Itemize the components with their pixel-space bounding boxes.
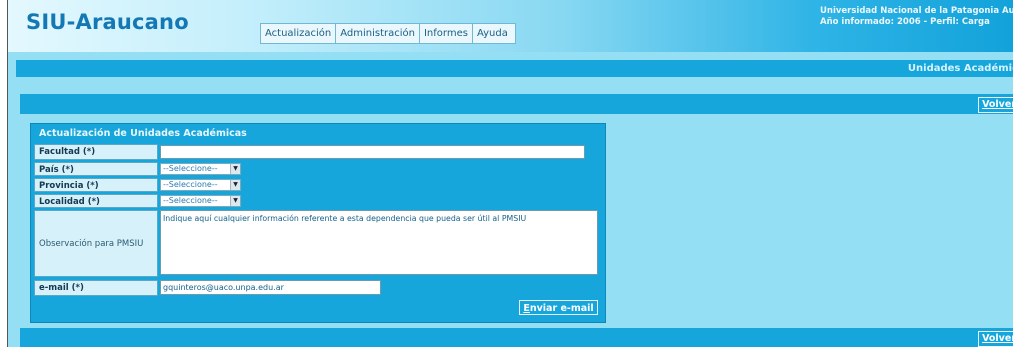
page-title: Unidades Académic <box>907 63 1013 74</box>
observacion-textarea[interactable]: Indique aquí cualquier información refer… <box>160 210 598 275</box>
menu-ayuda[interactable]: Ayuda <box>473 24 515 43</box>
header: SIU-Araucano Actualización Administració… <box>8 0 1013 52</box>
localidad-value: --Seleccione-- <box>163 196 218 205</box>
form-title: Actualización de Unidades Académicas <box>39 128 247 139</box>
pais-value: --Seleccione-- <box>163 164 218 173</box>
university-name: Universidad Nacional de la Patagonia Aus… <box>820 6 1013 16</box>
main-menu: Actualización Administración Informes Ay… <box>260 23 516 44</box>
pais-label: País (*) <box>34 162 158 176</box>
provincia-label: Provincia (*) <box>34 178 158 192</box>
email-field[interactable]: gquinteros@uaco.unpa.edu.ar <box>160 280 381 295</box>
chevron-down-icon[interactable]: ▼ <box>230 196 240 206</box>
enviar-label: nviar e-mail <box>529 303 594 314</box>
app-frame: SIU-Araucano Actualización Administració… <box>7 0 1013 347</box>
top-action-bar: Volver <box>20 94 1013 114</box>
menu-administracion[interactable]: Administración <box>336 24 420 43</box>
facultad-input[interactable] <box>160 145 585 159</box>
volver-button-top[interactable]: Volver <box>978 97 1013 113</box>
bottom-action-bar: Volver <box>20 328 1013 347</box>
chevron-down-icon[interactable]: ▼ <box>230 164 240 174</box>
year-profile: Año informado: 2006 - Perfil: Carga <box>820 17 990 27</box>
university-info: Universidad Nacional de la Patagonia Aus… <box>820 6 1013 28</box>
pais-select[interactable]: --Seleccione-- ▼ <box>160 163 241 175</box>
menu-informes[interactable]: Informes <box>420 24 473 43</box>
app-logo: SIU-Araucano <box>26 10 189 34</box>
observacion-label: Observación para PMSIU <box>34 210 158 277</box>
form-panel: Actualización de Unidades Académicas Fac… <box>30 123 606 323</box>
menu-actualizacion[interactable]: Actualización <box>261 24 337 43</box>
page-title-bar: Unidades Académic <box>16 60 1013 77</box>
localidad-select[interactable]: --Seleccione-- ▼ <box>160 195 241 207</box>
provincia-select[interactable]: --Seleccione-- ▼ <box>160 179 241 191</box>
email-label: e-mail (*) <box>34 280 158 296</box>
volver-button-bottom[interactable]: Volver <box>978 331 1013 347</box>
facultad-label: Facultad (*) <box>34 144 158 160</box>
provincia-value: --Seleccione-- <box>163 180 218 189</box>
chevron-down-icon[interactable]: ▼ <box>230 180 240 190</box>
enviar-email-button[interactable]: Enviar e-mail <box>519 300 598 315</box>
localidad-label: Localidad (*) <box>34 194 158 208</box>
